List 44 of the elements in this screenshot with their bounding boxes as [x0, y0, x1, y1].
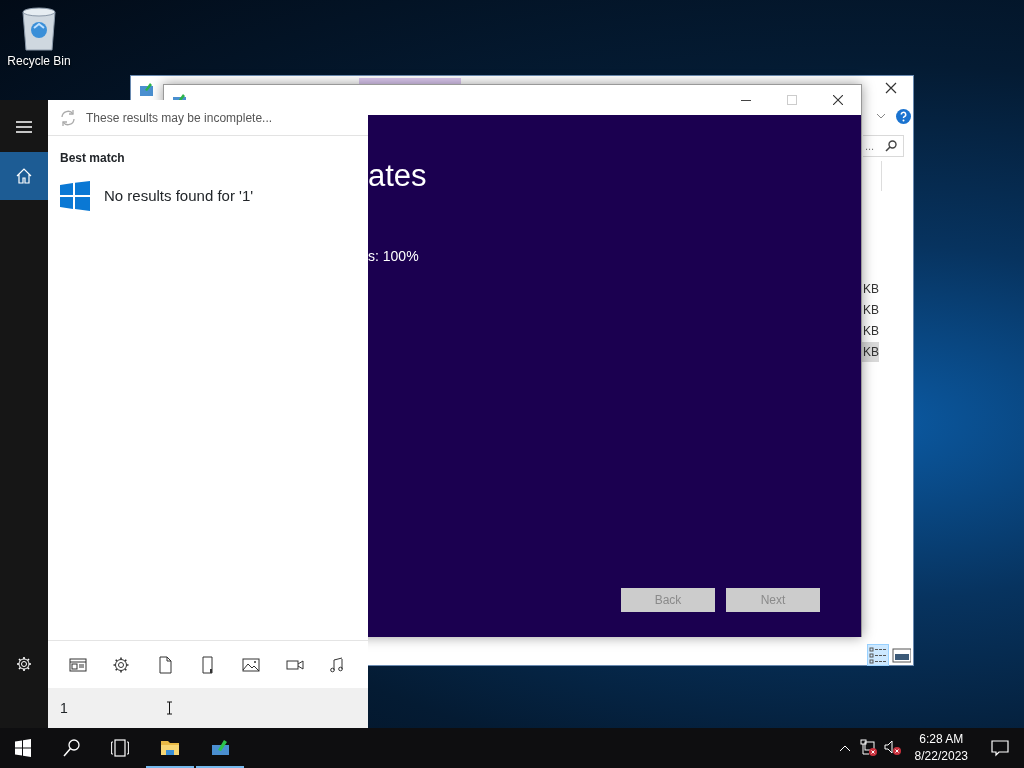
gear-icon [112, 655, 131, 674]
close-button[interactable] [885, 82, 897, 94]
recycle-bin-shortcut[interactable]: Recycle Bin [4, 6, 74, 70]
search-icon [63, 739, 81, 757]
home-rail-button[interactable] [0, 152, 48, 200]
network-error-icon [859, 739, 878, 757]
windows-logo-icon [15, 739, 33, 757]
installer-icon [211, 738, 229, 756]
app-icon [139, 81, 155, 97]
text-cursor-icon [165, 701, 173, 715]
search-icon [885, 140, 897, 152]
details-view-icon [868, 645, 888, 665]
chevron-up-icon [838, 743, 851, 753]
search-input-field[interactable]: 1 [48, 688, 368, 728]
windows-logo-icon [60, 181, 90, 211]
file-size-cell-text: KB [862, 323, 879, 340]
clock-button[interactable]: 6:28 AM 8/22/2023 [906, 730, 976, 766]
maximize-icon [787, 95, 797, 105]
help-icon [896, 109, 911, 124]
volume-muted-icon [883, 739, 902, 757]
help-button[interactable] [896, 109, 911, 124]
window-icon [68, 655, 87, 674]
file-size-cell-text: KB [862, 281, 879, 298]
chevron-icon [876, 113, 886, 119]
notice-text: These results may be incomplete... [86, 109, 273, 127]
home-icon [16, 168, 32, 184]
expand-ribbon-button[interactable] [876, 113, 886, 119]
close-icon [833, 95, 843, 105]
file-size-cell-text: KB [862, 302, 879, 319]
search-result[interactable]: No results found for '1' [60, 181, 368, 211]
progress-text: s: 100% [368, 247, 419, 266]
search-field[interactable]: ... [863, 135, 904, 157]
folder-icon [161, 738, 179, 756]
section-heading: Best match [60, 150, 126, 167]
settings-icon [16, 656, 32, 672]
sync-icon [58, 107, 78, 128]
heading: ates [368, 157, 427, 195]
menu-icon [16, 120, 32, 136]
image-icon [242, 655, 261, 674]
recycle-bin-icon [19, 6, 59, 52]
task-view-icon [111, 739, 129, 757]
close-icon [885, 82, 897, 94]
details-view-button[interactable] [867, 644, 889, 666]
notification-icon [991, 739, 1009, 757]
